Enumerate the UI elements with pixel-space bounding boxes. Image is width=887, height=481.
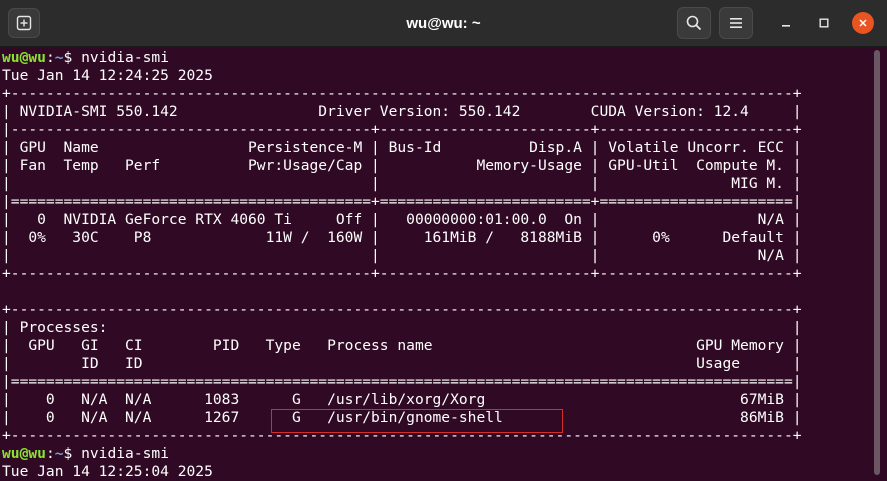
output-line: Tue Jan 14 12:25:04 2025: [2, 463, 213, 480]
prompt-path: ~: [54, 49, 64, 66]
output-line: | NVIDIA-SMI 550.142 Driver Version: 550…: [2, 103, 802, 120]
maximize-icon: [819, 18, 829, 28]
close-icon: [859, 19, 867, 27]
prompt-user-host: wu@wu: [2, 445, 46, 462]
command-text: nvidia-smi: [72, 445, 169, 462]
output-line: Tue Jan 14 12:24:25 2025: [2, 67, 213, 84]
maximize-button[interactable]: [812, 11, 836, 35]
output-line: +---------------------------------------…: [2, 301, 802, 318]
output-line: | GPU GI CI PID Type Process name GPU Me…: [2, 337, 802, 354]
prompt-user-host: wu@wu: [2, 49, 46, 66]
prompt-path: ~: [54, 445, 64, 462]
search-button[interactable]: [677, 7, 711, 39]
output-line: +---------------------------------------…: [2, 85, 802, 102]
output-line: |=======================================…: [2, 193, 802, 210]
output-line: | GPU Name Persistence-M | Bus-Id Disp.A…: [2, 139, 802, 156]
minimize-button[interactable]: [774, 11, 798, 35]
prompt-symbol: $: [63, 445, 73, 462]
prompt-line: wu@wu:~$ nvidia-smi: [2, 445, 169, 462]
output-line: | 0% 30C P8 11W / 160W | 161MiB / 8188Mi…: [2, 229, 802, 246]
title-bar: wu@wu: ~: [0, 0, 887, 47]
output-line: |---------------------------------------…: [2, 121, 802, 138]
command-text: nvidia-smi: [72, 49, 169, 66]
output-line: | 0 N/A N/A 1083 G /usr/lib/xorg/Xorg 67…: [2, 391, 802, 408]
scrollbar[interactable]: [874, 50, 880, 475]
output-line: | ID ID Usage |: [2, 355, 802, 372]
menu-button[interactable]: [719, 7, 753, 39]
output-line: +---------------------------------------…: [2, 265, 802, 282]
prompt-symbol: $: [63, 49, 73, 66]
output-line: | | | MIG M. |: [2, 175, 802, 192]
output-line: | 0 NVIDIA GeForce RTX 4060 Ti Off | 000…: [2, 211, 802, 228]
hamburger-menu-icon: [730, 18, 742, 28]
output-line: | Fan Temp Perf Pwr:Usage/Cap | Memory-U…: [2, 157, 802, 174]
window-title: wu@wu: ~: [406, 15, 481, 32]
search-icon: [686, 15, 702, 31]
highlight-box: [271, 409, 563, 433]
close-button[interactable]: [852, 12, 874, 34]
minimize-icon: [782, 25, 790, 27]
output-line: |=======================================…: [2, 373, 802, 390]
output-line: | Processes: |: [2, 319, 802, 336]
output-line: | | | N/A |: [2, 247, 802, 264]
prompt-line: wu@wu:~$ nvidia-smi: [2, 49, 169, 66]
